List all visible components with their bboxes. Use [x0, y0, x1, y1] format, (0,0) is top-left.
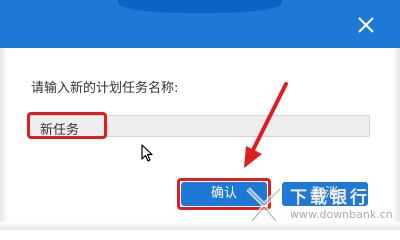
- cancel-button[interactable]: 取消: [282, 182, 368, 206]
- confirm-highlight-box: [177, 178, 271, 210]
